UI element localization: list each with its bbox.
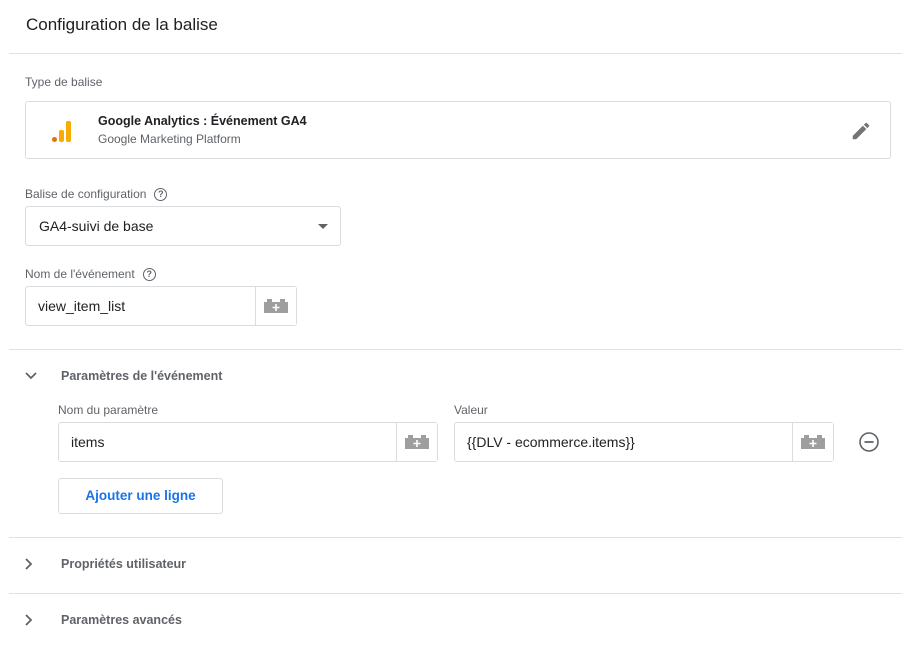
event-name-label: Nom de l'événement ? xyxy=(25,267,156,281)
config-tag-label-text: Balise de configuration xyxy=(25,187,147,201)
variable-picker-button[interactable] xyxy=(255,287,296,325)
help-circle-icon[interactable]: ? xyxy=(142,267,156,281)
event-name-label-text: Nom de l'événement xyxy=(25,267,135,281)
lego-brick-icon xyxy=(405,435,429,449)
chevron-down-icon xyxy=(25,372,45,380)
param-name-value: items xyxy=(71,434,105,450)
divider xyxy=(9,349,902,350)
tag-type-card[interactable]: Google Analytics : Événement GA4 Google … xyxy=(25,101,891,159)
divider xyxy=(9,537,902,538)
event-name-input[interactable]: view_item_list xyxy=(25,286,297,326)
param-name-input[interactable]: items xyxy=(58,422,438,462)
config-tag-value: GA4-suivi de base xyxy=(39,218,154,234)
param-name-column-label: Nom du paramètre xyxy=(58,403,158,417)
divider xyxy=(9,53,902,54)
divider xyxy=(9,593,902,594)
tag-type-platform: Google Marketing Platform xyxy=(98,132,241,146)
param-value-input[interactable]: {{DLV - ecommerce.items}} xyxy=(454,422,834,462)
param-value-value: {{DLV - ecommerce.items}} xyxy=(467,434,635,450)
event-params-toggle[interactable]: Paramètres de l'événement xyxy=(25,369,222,383)
tag-type-name: Google Analytics : Événement GA4 xyxy=(98,114,307,128)
event-name-value: view_item_list xyxy=(38,298,126,314)
google-analytics-logo-icon xyxy=(52,120,72,142)
variable-picker-button[interactable] xyxy=(396,423,437,461)
config-tag-label: Balise de configuration ? xyxy=(25,187,168,201)
remove-row-icon[interactable] xyxy=(858,431,880,453)
user-properties-header: Propriétés utilisateur xyxy=(61,557,187,571)
param-value-column-label-text: Valeur xyxy=(454,403,488,417)
pencil-icon[interactable] xyxy=(850,120,872,142)
chevron-right-icon xyxy=(25,558,45,570)
panel-title: Configuration de la balise xyxy=(26,15,218,34)
tag-configuration-panel: Configuration de la balise Type de balis… xyxy=(9,0,902,650)
advanced-settings-header: Paramètres avancés xyxy=(61,613,182,627)
tag-type-label-text: Type de balise xyxy=(25,75,103,89)
help-circle-icon[interactable]: ? xyxy=(154,187,168,201)
add-row-button[interactable]: Ajouter une ligne xyxy=(58,478,223,514)
event-params-header: Paramètres de l'événement xyxy=(61,369,223,383)
param-name-column-label-text: Nom du paramètre xyxy=(58,403,159,417)
param-value-column-label: Valeur xyxy=(454,403,488,417)
config-tag-select[interactable]: GA4-suivi de base xyxy=(25,206,341,246)
lego-brick-icon xyxy=(264,299,288,313)
user-properties-toggle[interactable]: Propriétés utilisateur xyxy=(25,557,186,571)
lego-brick-icon xyxy=(801,435,825,449)
dropdown-caret-icon xyxy=(318,224,328,229)
advanced-settings-toggle[interactable]: Paramètres avancés xyxy=(25,613,182,627)
chevron-right-icon xyxy=(25,614,45,626)
tag-type-label: Type de balise xyxy=(25,75,102,89)
variable-picker-button[interactable] xyxy=(792,423,833,461)
